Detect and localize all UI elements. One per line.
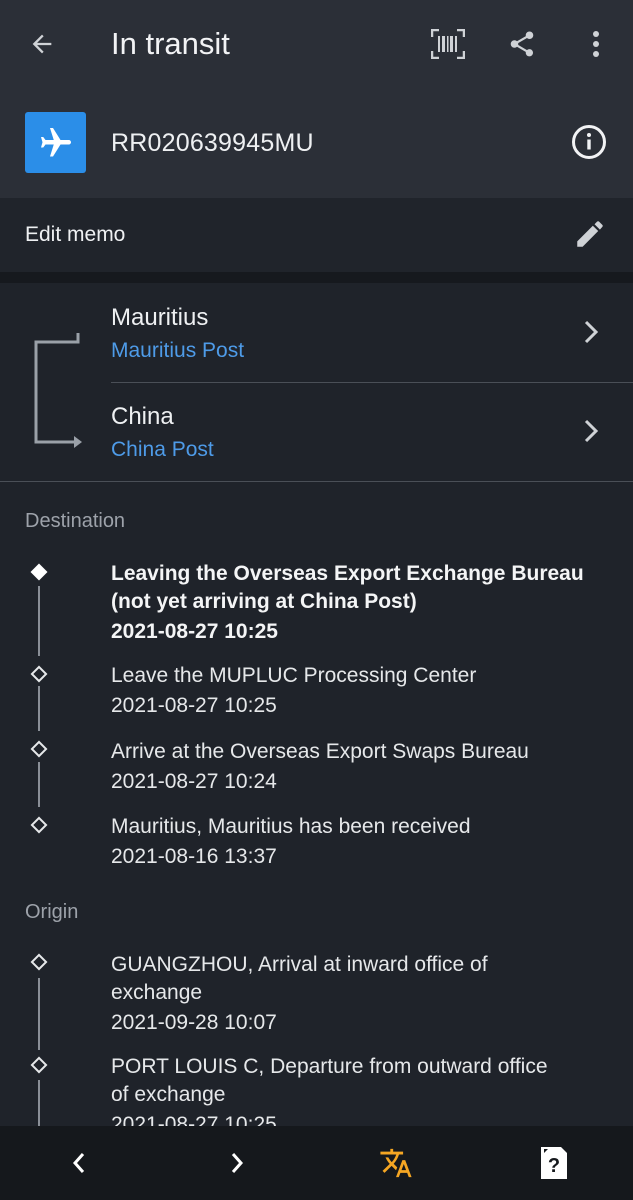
route-country: Mauritius: [111, 304, 209, 331]
page-title: In transit: [111, 26, 230, 61]
help-button[interactable]: ?: [530, 1139, 578, 1187]
more-vertical-icon: [593, 31, 599, 57]
event-time: 2021-08-16 13:37: [111, 845, 277, 868]
timeline-event: Arrive at the Overseas Export Swaps Bure…: [111, 738, 611, 796]
barcode-scan-icon: [431, 29, 465, 59]
previous-button[interactable]: [55, 1139, 103, 1187]
event-time: 2021-08-27 10:25: [111, 620, 278, 643]
route-bottom-divider: [0, 481, 633, 482]
route-country: China: [111, 403, 174, 430]
event-description: PORT LOUIS C, Departure from outward off…: [111, 1055, 548, 1078]
route-bracket-icon: [34, 333, 82, 448]
timeline-marker: [30, 1056, 48, 1074]
timeline-marker-current: [30, 563, 48, 581]
timeline-event: Mauritius, Mauritius has been received 2…: [111, 813, 611, 871]
event-description: Leaving the Overseas Export Exchange Bur…: [111, 562, 584, 585]
section-divider: [0, 272, 633, 283]
timeline-connector: [38, 586, 40, 656]
edit-memo-label: Edit memo: [25, 223, 126, 246]
event-description: Arrive at the Overseas Export Swaps Bure…: [111, 740, 529, 763]
timeline-connector: [38, 1080, 40, 1126]
back-button[interactable]: [18, 22, 66, 66]
info-icon: [572, 125, 606, 159]
tracking-detail-screen: In transit RR020639945MU Edit memo Mauri…: [0, 0, 633, 1200]
route-carrier-link[interactable]: China Post: [111, 437, 214, 463]
barcode-button[interactable]: [424, 22, 472, 66]
svg-text:?: ?: [548, 1155, 560, 1177]
event-description: exchange: [111, 981, 203, 1004]
help-card-icon: ?: [541, 1147, 567, 1179]
event-description: Leave the MUPLUC Processing Center: [111, 664, 477, 687]
event-time: 2021-08-27 10:25: [111, 694, 277, 717]
transport-mode-badge: [25, 112, 86, 173]
route-origin-row[interactable]: Mauritius Mauritius Post: [111, 283, 633, 383]
share-icon: [510, 31, 534, 57]
timeline-event: Leave the MUPLUC Processing Center 2021-…: [111, 662, 611, 720]
timeline-event: GUANGZHOU, Arrival at inward office of e…: [111, 951, 611, 1037]
timeline-connector: [38, 686, 40, 731]
event-description: (not yet arriving at China Post): [111, 590, 417, 613]
edit-memo-button[interactable]: [566, 210, 614, 258]
next-button[interactable]: [213, 1139, 261, 1187]
translate-icon: [380, 1148, 412, 1178]
event-time: 2021-08-27 10:24: [111, 770, 277, 793]
chevron-left-icon: [72, 1153, 85, 1173]
airplane-icon: [40, 127, 71, 156]
timeline-marker: [30, 953, 48, 971]
translate-button[interactable]: [372, 1139, 420, 1187]
pencil-icon: [577, 221, 603, 247]
origin-section-label: Origin: [25, 901, 79, 923]
destination-section-label: Destination: [25, 510, 126, 532]
event-description: GUANGZHOU, Arrival at inward office of: [111, 953, 488, 976]
route-destination-row[interactable]: China China Post: [111, 382, 633, 481]
info-button[interactable]: [565, 118, 613, 166]
bottom-navigation-bar: ?: [0, 1126, 633, 1200]
timeline-marker: [30, 665, 48, 683]
timeline-marker: [30, 740, 48, 758]
timeline-connector: [38, 978, 40, 1050]
route-carrier-link[interactable]: Mauritius Post: [111, 338, 244, 364]
more-options-button[interactable]: [572, 22, 620, 66]
event-time: 2021-09-28 10:07: [111, 1011, 277, 1034]
chevron-right-icon: [231, 1153, 244, 1173]
arrow-left-icon: [32, 34, 52, 54]
event-description: Mauritius, Mauritius has been received: [111, 815, 471, 838]
memo-row[interactable]: Edit memo: [0, 198, 633, 272]
app-bar: In transit RR020639945MU: [0, 0, 633, 198]
tracking-number: RR020639945MU: [111, 129, 314, 157]
timeline-connector: [38, 762, 40, 807]
timeline-event: Leaving the Overseas Export Exchange Bur…: [111, 560, 611, 646]
event-description: of exchange: [111, 1083, 226, 1106]
timeline-marker: [30, 816, 48, 834]
chevron-right-icon: [577, 413, 605, 449]
chevron-right-icon: [577, 314, 605, 350]
share-button[interactable]: [498, 22, 546, 66]
